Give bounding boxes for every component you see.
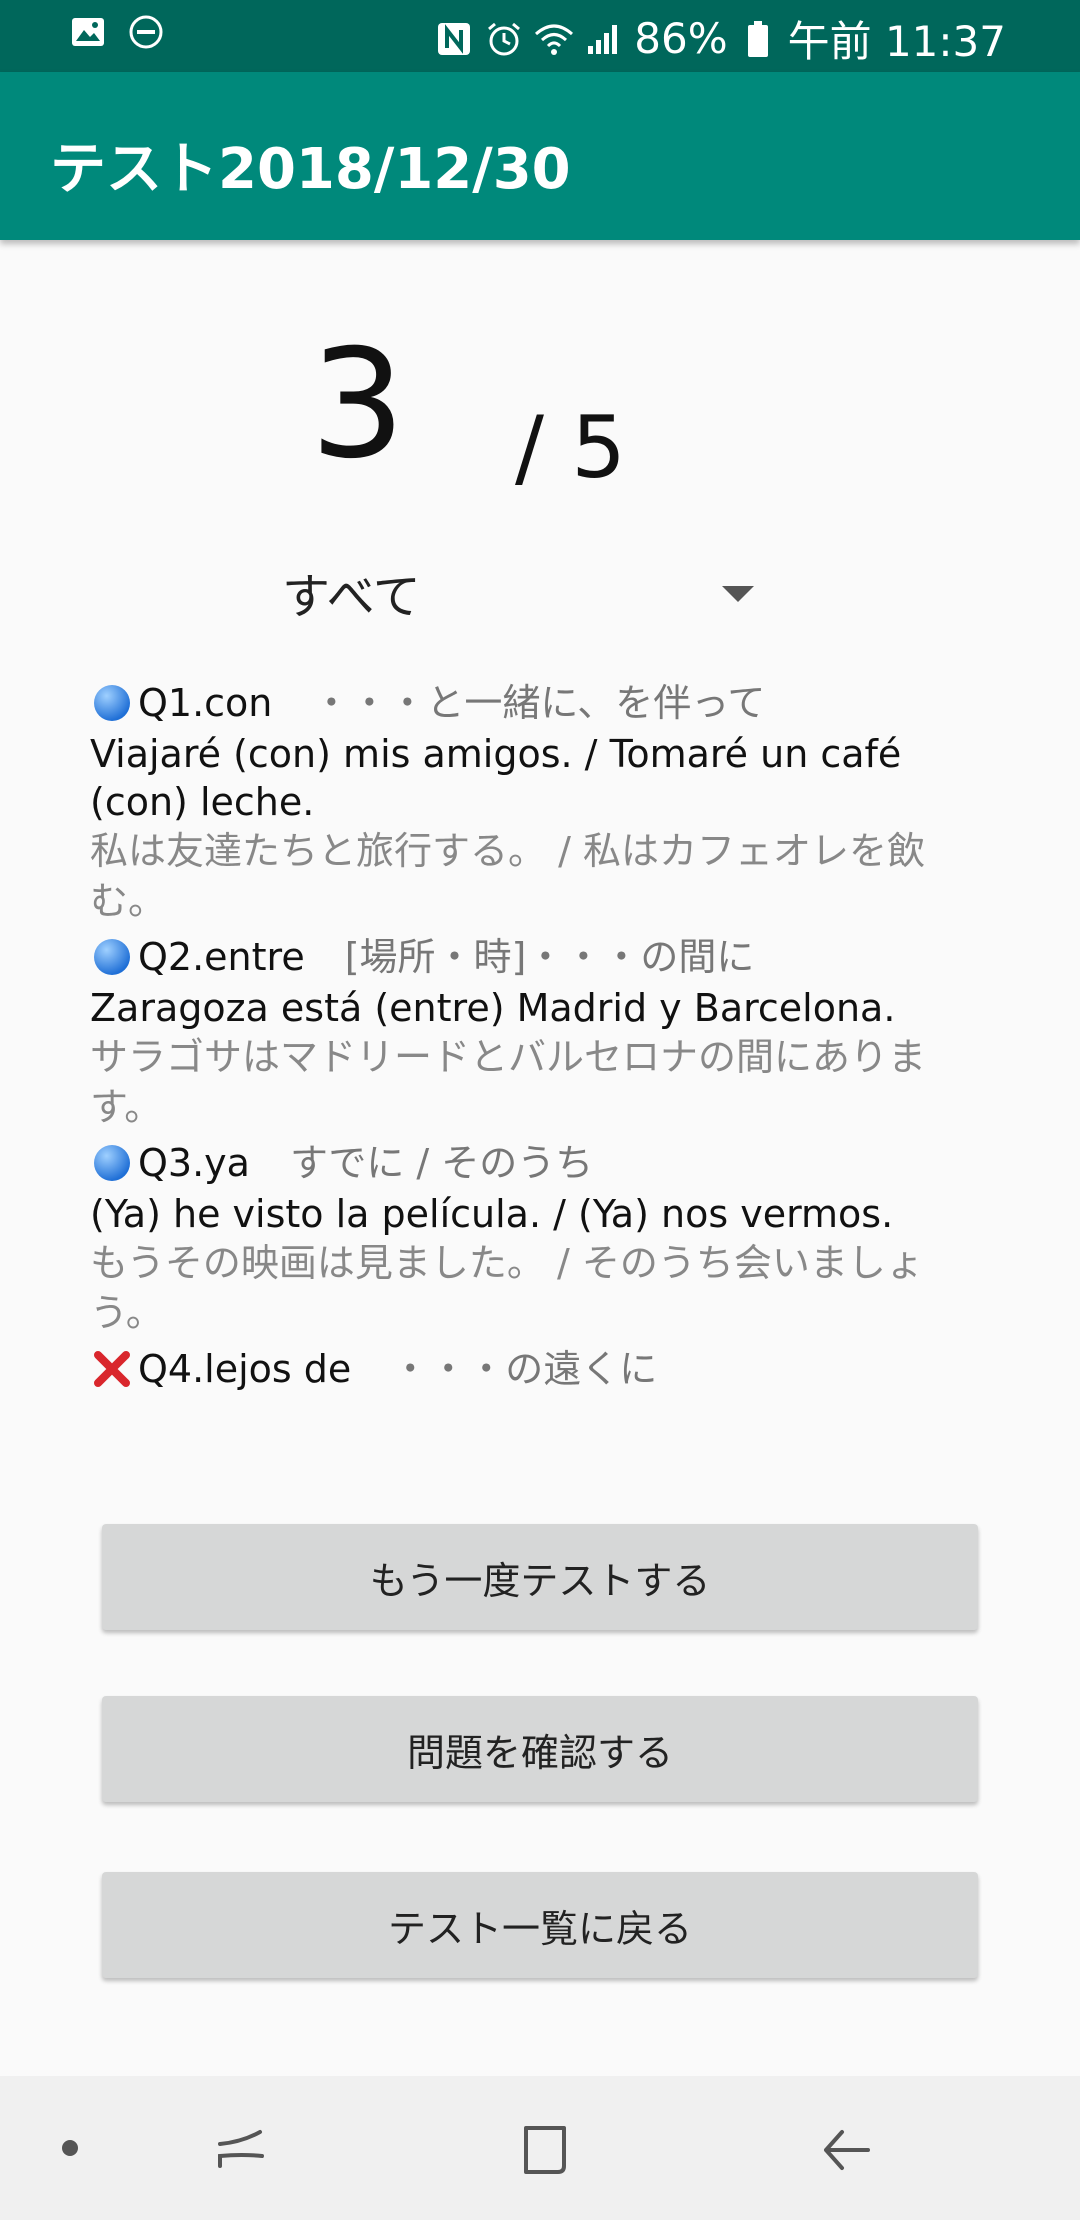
question-meaning: ・・・と一緒に、を伴って — [312, 681, 766, 725]
system-nav-bar — [0, 2076, 1080, 2220]
example-spanish: Zaragoza está (entre) Madrid y Barcelona… — [90, 986, 896, 1030]
question-item: Q4.lejos de ・・・の遠くに — [90, 1342, 990, 1396]
wrong-cross-icon — [90, 1347, 134, 1391]
battery-icon — [738, 19, 778, 59]
app-bar: テスト2018/12/30 — [0, 72, 1080, 240]
question-word: Q2.entre — [138, 935, 305, 979]
recent-apps-icon[interactable] — [214, 2122, 270, 2178]
score-total: / 5 — [515, 398, 627, 498]
question-word: Q4.lejos de — [138, 1347, 352, 1391]
question-meaning: [場所・時]・・・の間に — [344, 935, 755, 979]
signal-icon — [584, 19, 624, 59]
question-meaning: ・・・の遠くに — [391, 1347, 658, 1391]
question-item: Q3.ya すでに / そのうち (Ya) he visto la pelícu… — [90, 1136, 990, 1338]
question-meaning: すでに / そのうち — [289, 1141, 594, 1185]
retry-test-button[interactable]: もう一度テストする — [102, 1524, 978, 1630]
clock: 午前 11:37 — [787, 17, 1006, 66]
page-title: テスト2018/12/30 — [50, 137, 571, 202]
battery-percent: 86% — [634, 14, 728, 63]
filter-dropdown[interactable]: すべて — [282, 556, 762, 628]
example-spanish: Viajaré (con) mis amigos. / Tomaré un ca… — [90, 732, 902, 824]
image-icon — [70, 14, 106, 50]
caret-down-icon — [722, 586, 754, 602]
back-arrow-icon[interactable] — [818, 2122, 874, 2178]
question-item: Q2.entre [場所・時]・・・の間に Zaragoza está (ent… — [90, 930, 990, 1132]
example-spanish: (Ya) he visto la película. / (Ya) nos ve… — [90, 1192, 894, 1236]
example-japanese: 私は友達たちと旅行する。 / 私はカフェオレを飲む。 — [90, 829, 925, 923]
example-japanese: サラゴサはマドリードとバルセロナの間にあります。 — [90, 1035, 927, 1129]
question-item: Q1.con ・・・と一緒に、を伴って Viajaré (con) mis am… — [90, 676, 990, 926]
filter-selected: すべて — [282, 569, 421, 625]
home-icon[interactable] — [516, 2122, 572, 2178]
correct-circle-icon — [90, 681, 134, 725]
question-word: Q3.ya — [138, 1141, 250, 1185]
question-word: Q1.con — [138, 681, 273, 725]
nav-dot-icon[interactable] — [62, 2140, 78, 2156]
correct-circle-icon — [90, 935, 134, 979]
review-questions-button[interactable]: 問題を確認する — [102, 1696, 978, 1802]
back-to-list-button[interactable]: テスト一覧に戻る — [102, 1872, 978, 1978]
question-list[interactable]: Q1.con ・・・と一緒に、を伴って Viajaré (con) mis am… — [90, 676, 990, 1462]
correct-circle-icon — [90, 1141, 134, 1185]
wifi-icon — [534, 19, 574, 59]
do-not-disturb-icon — [128, 14, 164, 50]
nfc-icon — [434, 19, 474, 59]
score-correct: 3 — [310, 318, 406, 492]
status-bar: 86% 午前 11:37 — [0, 0, 1080, 72]
alarm-icon — [484, 19, 524, 59]
example-japanese: もうその映画は見ました。 / そのうち会いましょう。 — [90, 1241, 924, 1335]
